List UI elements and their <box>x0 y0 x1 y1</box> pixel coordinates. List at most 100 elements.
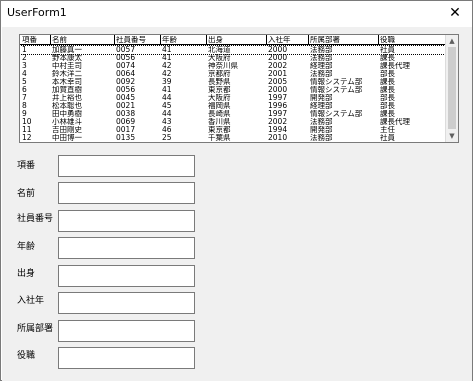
listbox-cell: 加藤真一 <box>52 46 82 54</box>
listbox-cell: 長崎県 <box>208 110 231 118</box>
listbox-row[interactable]: 7 井上裕也 0045 44 大阪府 1997 開発部 部長 <box>20 94 445 102</box>
listbox-cell: 情報システム部 <box>310 110 363 118</box>
employee-number-field[interactable] <box>58 210 195 232</box>
listbox-cell: 課長 <box>380 54 395 62</box>
listbox-cell: 大阪府 <box>208 94 231 102</box>
header-underline <box>20 44 445 45</box>
label-position: 役職 <box>17 351 36 361</box>
listbox-cell: 0074 <box>116 62 136 70</box>
listbox-row[interactable]: 5 本木幸司 0092 39 長野県 2005 情報システム部 課長 <box>20 78 445 86</box>
label-birthplace: 出身 <box>17 269 36 279</box>
listbox-cell: 44 <box>162 110 172 118</box>
listbox-row[interactable]: 3 中村圭司 0074 42 神奈川県 2002 経理部 課長代理 <box>20 62 445 70</box>
listbox-row[interactable]: 2 野本康太 0056 41 大阪府 2000 法務部 課長 <box>20 54 445 62</box>
close-icon[interactable]: ✕ <box>442 3 468 23</box>
listbox-cell: 神奈川県 <box>208 62 238 70</box>
listbox-vertical-scrollbar[interactable]: ▲ ▼ <box>445 35 458 142</box>
listbox-cell: 0069 <box>116 118 136 126</box>
age-field[interactable] <box>58 237 195 259</box>
listbox-cell: 2005 <box>268 78 288 86</box>
listbox-cell: 情報システム部 <box>310 86 363 94</box>
department-field[interactable] <box>58 320 195 342</box>
column-separator <box>160 35 161 44</box>
listbox-cell: 加賀直樹 <box>52 86 82 94</box>
listbox-cell: 1997 <box>268 94 288 102</box>
listbox-cell: 0045 <box>116 94 136 102</box>
arrow-down-icon[interactable]: ▼ <box>446 130 458 142</box>
listbox-cell: 2001 <box>268 70 288 78</box>
listbox-cell: 大阪府 <box>208 54 231 62</box>
listbox-cell: 41 <box>162 46 172 54</box>
listbox-cell: 44 <box>162 94 172 102</box>
listbox-row[interactable]: 6 加賀直樹 0056 41 東京都 2000 情報システム部 課長 <box>20 86 445 94</box>
listbox-cell: 42 <box>162 62 172 70</box>
listbox-cell: 野本康太 <box>52 54 82 62</box>
listbox-cell: 0038 <box>116 110 136 118</box>
listbox-content: 項番 名前 社員番号 年齢 出身 入社年 所属部署 役職 1 加藤真一 0057 41… <box>20 35 445 142</box>
title-bar: UserForm1 ✕ <box>1 1 472 27</box>
listbox-cell: 中村圭司 <box>52 62 82 70</box>
listbox-cell: 6 <box>22 86 27 94</box>
listbox-cell: 課長 <box>380 78 395 86</box>
listbox-cell: 経理部 <box>310 62 333 70</box>
birthplace-field[interactable] <box>58 265 195 287</box>
listbox-row[interactable]: 12 中田博一 0135 25 千葉県 2010 法務部 社員 <box>20 134 445 142</box>
listbox-cell: 本木幸司 <box>52 78 82 86</box>
listbox-cell: 東京都 <box>208 86 231 94</box>
form-client-area: 項番 名前 社員番号 年齢 出身 入社年 所属部署 役職 1 加藤真一 0057 41… <box>2 27 472 381</box>
label-employee-number: 社員番号 <box>17 214 54 224</box>
listbox-cell: 1 <box>22 46 27 54</box>
listbox-cell: 7 <box>22 94 27 102</box>
label-name: 名前 <box>17 189 36 199</box>
userform-window: UserForm1 ✕ 項番 名前 社員番号 年齢 出身 入社年 所属部署 役職 <box>0 0 473 381</box>
listbox-row[interactable]: 9 田中勇樹 0038 44 長崎県 1997 情報システム部 課長 <box>20 110 445 118</box>
listbox-cell: 4 <box>22 70 27 78</box>
listbox-cell: 法務部 <box>310 118 333 126</box>
listbox-cell: 開発部 <box>310 126 333 134</box>
listbox-cell: 0057 <box>116 46 136 54</box>
column-header: 社員番号 <box>116 36 146 44</box>
listbox-cell: 小林雄斗 <box>52 118 82 126</box>
label-department: 所属部署 <box>17 324 54 334</box>
listbox-cell: 2 <box>22 54 27 62</box>
listbox-row[interactable]: 4 鈴木洋二 0064 42 京都府 2001 法務部 部長 <box>20 70 445 78</box>
listbox-cell: 福岡県 <box>208 102 231 110</box>
listbox-header: 項番 名前 社員番号 年齢 出身 入社年 所属部署 役職 <box>20 36 445 44</box>
employee-listbox[interactable]: 項番 名前 社員番号 年齢 出身 入社年 所属部署 役職 1 加藤真一 0057 41… <box>19 34 459 143</box>
listbox-cell: 42 <box>162 70 172 78</box>
listbox-cell: 部長 <box>380 102 395 110</box>
listbox-cell: 経理部 <box>310 102 333 110</box>
listbox-cell: 2000 <box>268 46 288 54</box>
listbox-cell: 3 <box>22 62 27 70</box>
column-separator <box>266 35 267 44</box>
arrow-up-icon[interactable]: ▲ <box>446 35 458 47</box>
listbox-cell: 田中勇樹 <box>52 110 82 118</box>
listbox-cell: 10 <box>22 118 32 126</box>
listbox-cell: 45 <box>162 102 172 110</box>
label-join-year: 入社年 <box>17 296 45 306</box>
listbox-row[interactable]: 10 小林雄斗 0069 43 香川県 2002 法務部 課長代理 <box>20 118 445 126</box>
listbox-row[interactable]: 1 加藤真一 0057 41 北海道 2000 法務部 社員 <box>20 45 445 55</box>
listbox-cell: 2000 <box>268 54 288 62</box>
listbox-cell: 11 <box>22 126 32 134</box>
position-field[interactable] <box>58 347 195 369</box>
listbox-cell: 情報システム部 <box>310 78 363 86</box>
scrollbar-thumb[interactable] <box>448 47 456 129</box>
listbox-cell: 2010 <box>268 134 288 142</box>
listbox-cell: 主任 <box>380 126 395 134</box>
listbox-row[interactable]: 11 吉田剛史 0017 46 東京都 1994 開発部 主任 <box>20 126 445 134</box>
listbox-cell: 部長 <box>380 70 395 78</box>
listbox-cell: 8 <box>22 102 27 110</box>
listbox-cell: 中田博一 <box>52 134 82 142</box>
listbox-cell: 12 <box>22 134 32 142</box>
item-number-field[interactable] <box>58 155 195 177</box>
column-header: 名前 <box>52 36 67 44</box>
column-header: 入社年 <box>268 36 291 44</box>
name-field[interactable] <box>58 182 195 204</box>
listbox-row[interactable]: 8 松本聡也 0021 45 福岡県 1996 経理部 部長 <box>20 102 445 110</box>
join-year-field[interactable] <box>58 292 195 314</box>
listbox-cell: 社員 <box>380 46 395 54</box>
listbox-cell: 5 <box>22 78 27 86</box>
column-separator <box>50 35 51 44</box>
listbox-cell: 開発部 <box>310 94 333 102</box>
